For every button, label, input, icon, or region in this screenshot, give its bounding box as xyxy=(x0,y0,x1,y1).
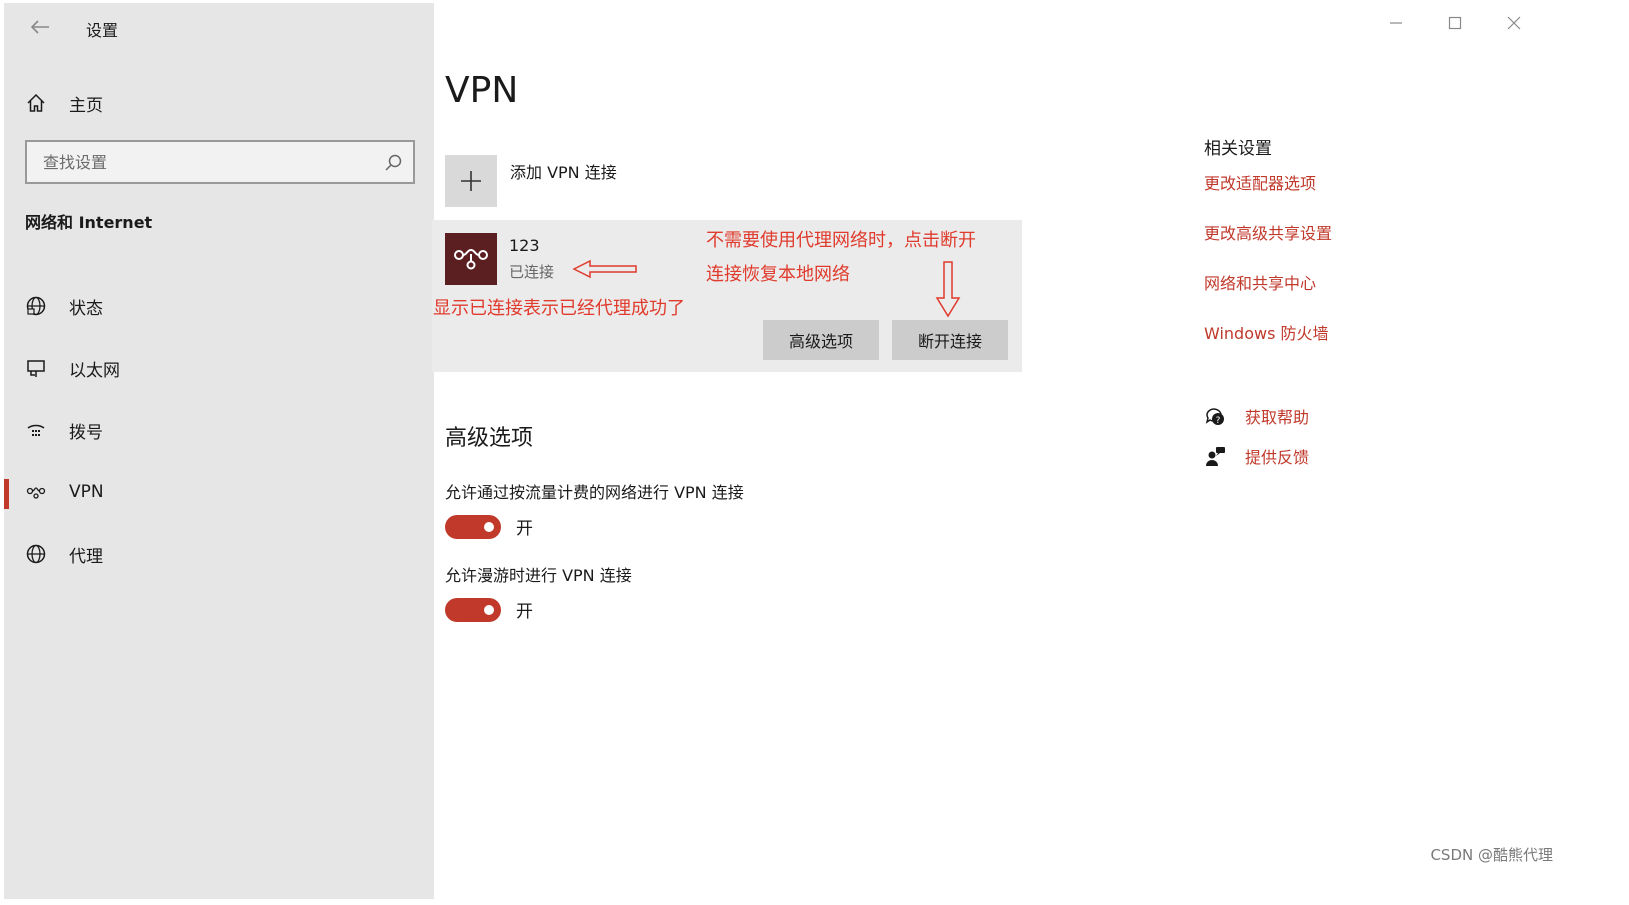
feedback-icon xyxy=(1204,445,1226,467)
toggle-state-label: 开 xyxy=(516,519,533,539)
home-icon xyxy=(24,91,48,115)
related-settings-heading: 相关设置 xyxy=(1204,139,1272,159)
give-feedback-link[interactable]: 提供反馈 xyxy=(1204,444,1309,468)
sidebar-item-label: 以太网 xyxy=(69,360,120,381)
vpn-connection-status: 已连接 xyxy=(509,263,555,281)
disconnect-button[interactable]: 断开连接 xyxy=(892,320,1008,360)
watermark: CSDN @酷熊代理 xyxy=(1430,846,1553,864)
sidebar: 设置 主页 网络和 Internet 状态 xyxy=(4,3,434,899)
link-advanced-sharing-settings[interactable]: 更改高级共享设置 xyxy=(1204,220,1332,244)
roaming-toggle-row: 开 xyxy=(445,597,533,622)
maximize-icon xyxy=(1448,16,1462,30)
sidebar-item-label: 拨号 xyxy=(69,422,103,443)
add-vpn-connection[interactable]: 添加 VPN 连接 xyxy=(445,155,617,207)
search-box[interactable] xyxy=(25,140,415,184)
close-icon xyxy=(1507,16,1521,30)
annotation-down-arrow-icon xyxy=(935,261,961,318)
sidebar-item-label: 主页 xyxy=(69,95,103,116)
roaming-toggle[interactable] xyxy=(445,597,501,622)
minimize-icon xyxy=(1390,22,1402,24)
link-windows-firewall[interactable]: Windows 防火墙 xyxy=(1204,320,1329,344)
status-globe-icon xyxy=(24,294,48,318)
sidebar-item-label: VPN xyxy=(69,482,104,502)
annotation-left-arrow-icon xyxy=(572,259,637,279)
sidebar-item-proxy[interactable]: 代理 xyxy=(4,523,434,585)
advanced-options-heading: 高级选项 xyxy=(445,426,534,451)
metered-network-option-label: 允许通过按流量计费的网络进行 VPN 连接 xyxy=(445,483,744,502)
proxy-globe-icon xyxy=(24,542,48,566)
link-change-adapter-options[interactable]: 更改适配器选项 xyxy=(1204,170,1316,194)
metered-network-toggle[interactable] xyxy=(445,514,501,539)
get-help-label: 获取帮助 xyxy=(1245,408,1310,427)
close-button[interactable] xyxy=(1499,10,1529,36)
sidebar-section-heading: 网络和 Internet xyxy=(25,213,153,232)
help-chat-icon: ? xyxy=(1204,405,1226,427)
annotation-connected-note: 显示已连接表示已经代理成功了 xyxy=(433,298,685,319)
ethernet-icon xyxy=(24,356,48,380)
search-input[interactable] xyxy=(41,151,361,173)
vpn-connection-icon xyxy=(445,233,497,285)
back-button[interactable] xyxy=(24,15,56,39)
metered-network-toggle-row: 开 xyxy=(445,514,533,539)
back-arrow-icon xyxy=(30,20,49,34)
sidebar-item-vpn[interactable]: VPN xyxy=(4,461,434,523)
sidebar-item-dialup[interactable]: 拨号 xyxy=(4,399,434,461)
annotation-tip-line1: 不需要使用代理网络时，点击断开 xyxy=(706,230,976,251)
maximize-button[interactable] xyxy=(1440,10,1470,36)
page-title: VPN xyxy=(445,70,519,111)
roaming-option-label: 允许漫游时进行 VPN 连接 xyxy=(445,566,632,585)
sidebar-item-label: 代理 xyxy=(69,546,103,567)
vpn-connection-name: 123 xyxy=(509,236,540,255)
dialup-icon xyxy=(24,418,48,442)
give-feedback-label: 提供反馈 xyxy=(1245,448,1310,467)
sidebar-item-home[interactable]: 主页 xyxy=(4,81,434,125)
plus-icon xyxy=(461,171,481,191)
svg-text:?: ? xyxy=(1216,416,1221,426)
add-vpn-label: 添加 VPN 连接 xyxy=(510,163,617,182)
window-title: 设置 xyxy=(86,21,119,40)
sidebar-nav: 状态 以太网 拨号 VPN 代理 xyxy=(4,275,434,585)
sidebar-item-label: 状态 xyxy=(69,298,103,319)
toggle-state-label: 开 xyxy=(516,602,533,622)
vpn-icon xyxy=(24,480,48,504)
link-network-sharing-center[interactable]: 网络和共享中心 xyxy=(1204,270,1316,294)
get-help-link[interactable]: ? 获取帮助 xyxy=(1204,404,1309,428)
advanced-options-button[interactable]: 高级选项 xyxy=(763,320,879,360)
minimize-button[interactable] xyxy=(1381,10,1411,36)
sidebar-item-status[interactable]: 状态 xyxy=(4,275,434,337)
annotation-tip-line2: 连接恢复本地网络 xyxy=(706,264,850,285)
sidebar-item-ethernet[interactable]: 以太网 xyxy=(4,337,434,399)
add-vpn-button[interactable] xyxy=(445,155,497,207)
search-icon[interactable] xyxy=(383,153,403,173)
